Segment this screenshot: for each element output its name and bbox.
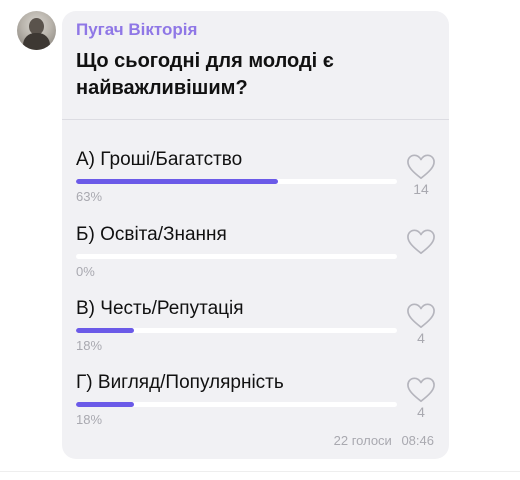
poll-option-percent: 18% xyxy=(76,412,103,427)
heart-icon[interactable] xyxy=(406,302,436,330)
poll-progress-track xyxy=(76,402,397,407)
avatar-body xyxy=(23,33,50,50)
poll-progress-fill xyxy=(76,179,279,184)
vote-count: 22 голоси xyxy=(333,433,392,448)
poll-question: Що сьогодні для молоді є найважливішим? xyxy=(76,50,334,99)
like-count: 4 xyxy=(417,330,425,346)
poll-option-label: В) Честь/Репутація xyxy=(76,298,244,319)
like-count: 14 xyxy=(413,181,429,197)
poll-option[interactable]: А) Гроші/Багатство 63% 14 xyxy=(0,149,520,209)
poll-option-label: А) Гроші/Багатство xyxy=(76,149,243,170)
poll-progress-track xyxy=(76,328,397,333)
message-meta: 22 голоси 08:46 xyxy=(334,433,434,448)
poll-progress-fill xyxy=(76,328,134,333)
poll-option[interactable]: Б) Освіта/Знання 0% xyxy=(0,224,520,284)
poll-progress-track xyxy=(76,179,397,184)
poll-option-percent: 18% xyxy=(76,338,103,353)
heart-icon[interactable] xyxy=(406,153,436,181)
avatar[interactable] xyxy=(17,11,56,50)
heart-icon[interactable] xyxy=(406,376,436,404)
heart-icon[interactable] xyxy=(406,228,436,256)
poll-option[interactable]: В) Честь/Репутація 18% 4 xyxy=(0,298,520,358)
poll-progress-track xyxy=(76,254,397,259)
poll-option-percent: 0% xyxy=(76,264,95,279)
divider xyxy=(62,119,449,120)
poll-option-label: Г) Вигляд/Популярність xyxy=(76,372,284,393)
author-name[interactable]: Пугач Вікторія xyxy=(76,20,197,40)
poll-option-label: Б) Освіта/Знання xyxy=(76,224,227,245)
bottom-divider xyxy=(0,471,520,472)
like-count: 4 xyxy=(417,404,425,420)
poll-progress-fill xyxy=(76,402,134,407)
poll-option-percent: 63% xyxy=(76,189,103,204)
message-time: 08:46 xyxy=(401,433,434,448)
poll-option[interactable]: Г) Вигляд/Популярність 18% 4 xyxy=(0,372,520,432)
